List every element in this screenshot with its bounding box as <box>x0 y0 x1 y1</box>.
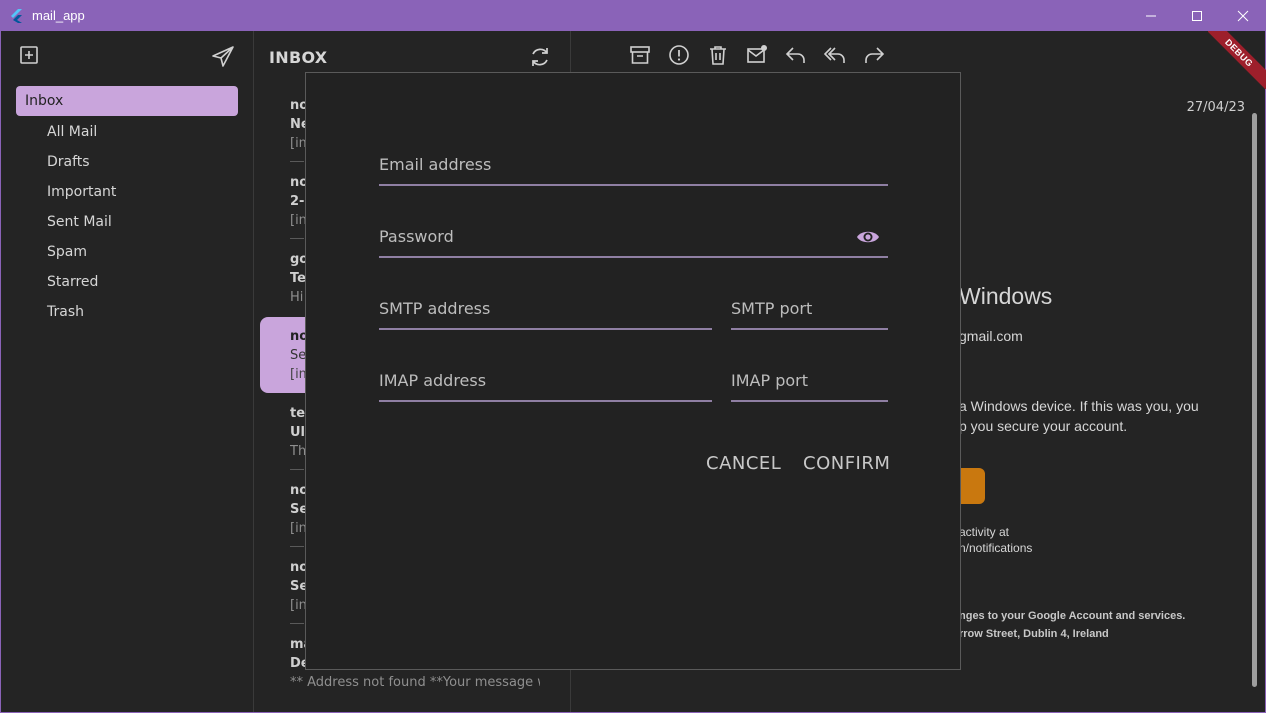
mail-body-line: p you secure your account. <box>959 418 1128 434</box>
sidebar-item-all-mail[interactable]: All Mail <box>16 117 238 147</box>
password-field[interactable]: Password <box>379 220 888 258</box>
minimize-button[interactable] <box>1128 0 1174 31</box>
inbox-title: INBOX <box>269 48 328 67</box>
debug-banner: DEBUG <box>1208 31 1266 89</box>
mail-footer-line: nges to your Google Account and services… <box>959 610 1186 622</box>
mail-activity-line: n/notifications <box>959 541 1033 555</box>
forward-icon[interactable] <box>863 44 885 66</box>
smtp-address-field[interactable]: SMTP address <box>379 292 712 330</box>
mail-date: 27/04/23 <box>1186 100 1245 115</box>
imap-address-label: IMAP address <box>379 371 487 390</box>
sidebar-item-drafts[interactable]: Drafts <box>16 147 238 177</box>
sidebar-item-trash[interactable]: Trash <box>16 297 238 327</box>
reply-all-icon[interactable] <box>824 44 846 66</box>
imap-port-field[interactable]: IMAP port <box>731 364 888 402</box>
maximize-icon <box>1192 10 1202 21</box>
delete-icon[interactable] <box>707 44 729 66</box>
archive-icon[interactable] <box>629 44 651 66</box>
divider <box>290 623 304 624</box>
mail-preview: ** Address not found **Your message w <box>290 675 540 690</box>
email-field-label: Email address <box>379 155 492 174</box>
report-spam-icon[interactable] <box>668 44 690 66</box>
sidebar-item-sent-mail[interactable]: Sent Mail <box>16 207 238 237</box>
mail-activity-line: activity at <box>959 525 1010 539</box>
sidebar-item-important[interactable]: Important <box>16 177 238 207</box>
imap-address-field[interactable]: IMAP address <box>379 364 712 402</box>
cancel-button[interactable]: CANCEL <box>706 453 781 474</box>
close-window-button[interactable] <box>1220 0 1266 31</box>
sidebar-item-spam[interactable]: Spam <box>16 237 238 267</box>
mail-account-email: gmail.com <box>959 328 1023 344</box>
reader-scrollbar[interactable] <box>1252 113 1257 687</box>
minimize-icon <box>1146 15 1156 16</box>
mail-heading: Windows <box>959 283 1053 309</box>
email-field[interactable]: Email address <box>379 148 888 186</box>
refresh-icon[interactable] <box>528 45 552 69</box>
send-icon[interactable] <box>211 45 235 69</box>
divider <box>290 546 304 547</box>
maximize-button[interactable] <box>1174 0 1220 31</box>
close-icon <box>1237 10 1249 21</box>
debug-label: DEBUG <box>1208 31 1266 89</box>
imap-port-label: IMAP port <box>731 371 808 390</box>
title-bar: mail_app <box>0 0 1266 31</box>
compose-icon[interactable] <box>19 45 39 65</box>
sidebar: Inbox All Mail Drafts Important Sent Mai… <box>1 31 254 712</box>
window-title: mail_app <box>32 8 85 23</box>
mail-body-line: a Windows device. If this was you, you <box>959 398 1199 414</box>
mail-footer-line: rrow Street, Dublin 4, Ireland <box>959 628 1109 640</box>
smtp-address-label: SMTP address <box>379 299 491 318</box>
show-password-icon[interactable] <box>856 228 880 246</box>
smtp-port-field[interactable]: SMTP port <box>731 292 888 330</box>
reply-icon[interactable] <box>785 44 807 66</box>
mail-toolbar <box>629 44 885 66</box>
smtp-port-label: SMTP port <box>731 299 813 318</box>
confirm-button[interactable]: CONFIRM <box>803 453 890 474</box>
sidebar-item-inbox[interactable]: Inbox <box>16 86 238 116</box>
divider <box>290 161 304 162</box>
divider <box>290 238 304 239</box>
password-field-label: Password <box>379 227 454 246</box>
divider <box>290 469 304 470</box>
account-settings-dialog: Email address Password SMTP address SMTP… <box>305 72 961 670</box>
flutter-logo-icon <box>11 8 22 23</box>
mark-unread-icon[interactable] <box>746 44 768 66</box>
sidebar-item-starred[interactable]: Starred <box>16 267 238 297</box>
